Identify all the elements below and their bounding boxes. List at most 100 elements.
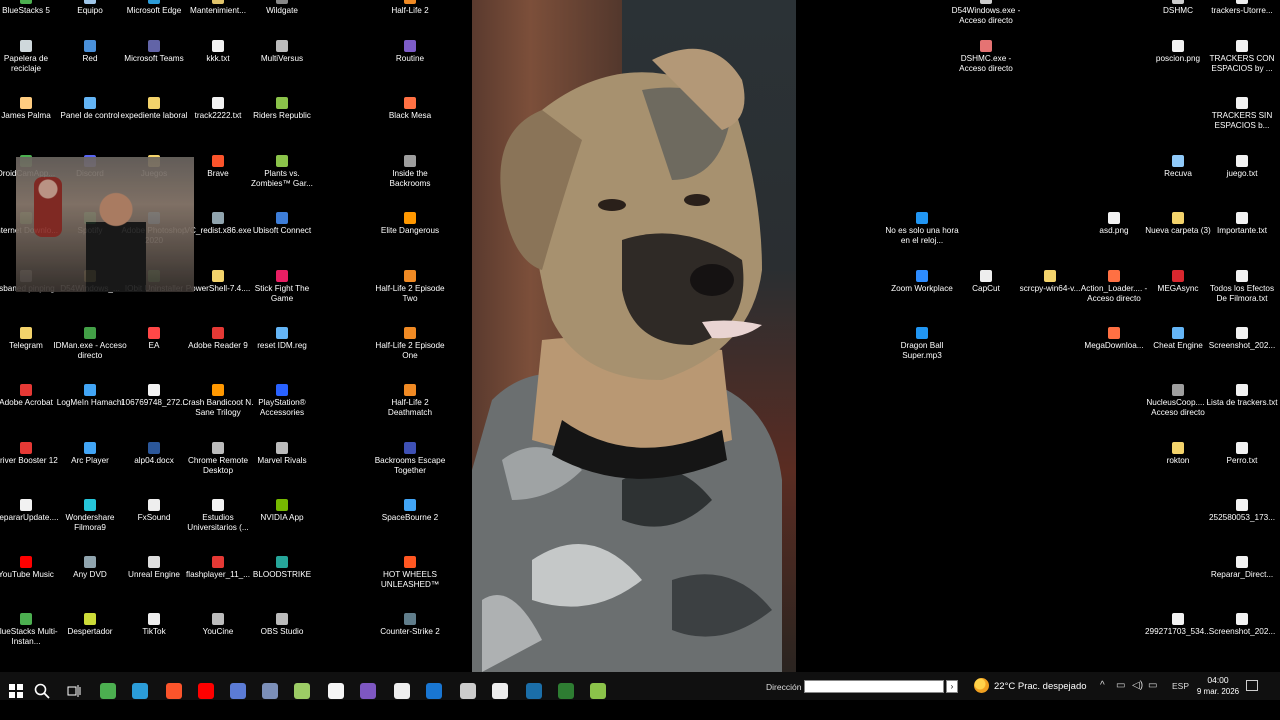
desktop-icon[interactable]: reset IDM.reg <box>245 327 319 351</box>
desktop-icon[interactable]: 299271703_534... <box>1141 613 1215 637</box>
desktop-icon[interactable]: YouCine <box>181 613 255 637</box>
desktop-icon[interactable]: Backrooms Escape Together <box>373 442 447 476</box>
desktop-icon[interactable]: Any DVD <box>53 556 127 580</box>
desktop-icon[interactable]: No es solo una hora en el reloj... <box>885 212 959 246</box>
address-go-button[interactable]: › <box>946 680 958 693</box>
desktop-icon[interactable]: Half-Life 2 Deathmatch <box>373 384 447 418</box>
desktop-icon[interactable]: Adobe Reader 9 <box>181 327 255 351</box>
desktop-icon[interactable]: HOT WHEELS UNLEASHED™ <box>373 556 447 590</box>
desktop-icon[interactable]: Screenshot_202... <box>1205 613 1279 637</box>
desktop-icon[interactable]: Zoom Workplace <box>885 270 959 294</box>
desktop-icon[interactable]: Wildgate <box>245 0 319 16</box>
address-input[interactable] <box>804 680 944 693</box>
desktop-icon[interactable]: TRACKERS SIN ESPACIOS b... <box>1205 97 1279 131</box>
desktop-icon[interactable]: Equipo <box>53 0 127 16</box>
desktop-icon[interactable]: Routine <box>373 40 447 64</box>
desktop-icon-label: OBS Studio <box>260 627 304 636</box>
desktop-icon[interactable]: Chrome Remote Desktop <box>181 442 255 476</box>
desktop-icon[interactable]: track2222.txt <box>181 97 255 121</box>
desktop-icon[interactable]: Half-Life 2 Episode One <box>373 327 447 361</box>
desktop-icon[interactable]: Mantenimient... <box>181 0 255 16</box>
desktop-icon[interactable]: Ubisoft Connect <box>245 212 319 236</box>
game-controller-icon <box>360 683 376 699</box>
desktop-icon[interactable]: Recuva <box>1141 155 1215 179</box>
desktop-icon[interactable]: Cheat Engine <box>1141 327 1215 351</box>
desktop-icon[interactable]: Screenshot_202... <box>1205 327 1279 351</box>
desktop-icon[interactable]: 252580053_173... <box>1205 499 1279 523</box>
desktop-icon[interactable]: expediente laboral <box>117 97 191 121</box>
desktop-icon[interactable]: Nueva carpeta (3) <box>1141 212 1215 236</box>
desktop-icon[interactable]: Red <box>53 40 127 64</box>
desktop-icon[interactable]: NucleusCoop.... - Acceso directo <box>1141 384 1215 418</box>
volume-icon[interactable]: ◁) <box>1132 680 1143 691</box>
desktop-icon[interactable]: trackers-Utorre... <box>1205 0 1279 16</box>
desktop-icon[interactable]: PlayStation® Accessories <box>245 384 319 418</box>
desktop-icon[interactable]: flashplayer_11_... <box>181 556 255 580</box>
desktop-app-icon <box>20 97 32 109</box>
desktop-icon[interactable]: MultiVersus <box>245 40 319 64</box>
desktop-icon[interactable]: rokton <box>1141 442 1215 466</box>
desktop-icon[interactable]: Crash Bandicoot N. Sane Trilogy <box>181 384 255 418</box>
desktop-icon[interactable]: D54Windows.exe - Acceso directo <box>949 0 1023 26</box>
desktop-icon[interactable]: EA <box>117 327 191 351</box>
desktop-icon[interactable]: juego.txt <box>1205 155 1279 179</box>
desktop-icon[interactable]: alp04.docx <box>117 442 191 466</box>
desktop-icon[interactable]: BLOODSTRIKE <box>245 556 319 580</box>
notification-icon[interactable] <box>1246 680 1258 691</box>
webcam-overlay[interactable] <box>16 157 194 292</box>
desktop-icon[interactable]: MegaDownloa... <box>1077 327 1151 351</box>
desktop-icon[interactable]: Lista de trackers.txt <box>1205 384 1279 408</box>
desktop-icon[interactable]: IDMan.exe - Acceso directo <box>53 327 127 361</box>
desktop-icon[interactable]: Estudios Universitarios (... <box>181 499 255 533</box>
desktop-icon[interactable]: TikTok <box>117 613 191 637</box>
desktop-icon[interactable]: OBS Studio <box>245 613 319 637</box>
desktop-icon[interactable]: Wondershare Filmora9 <box>53 499 127 533</box>
desktop-icon[interactable]: scrcpy-win64-v... <box>1013 270 1087 294</box>
weather-sun-icon[interactable] <box>974 678 989 693</box>
desktop-icon[interactable]: Reparar_Direct... <box>1205 556 1279 580</box>
desktop-icon[interactable]: FxSound <box>117 499 191 523</box>
desktop-icon[interactable]: kkk.txt <box>181 40 255 64</box>
desktop-icon[interactable]: 106769748_272... <box>117 384 191 408</box>
desktop-icon[interactable]: Riders Republic <box>245 97 319 121</box>
desktop-icon[interactable]: MEGAsync <box>1141 270 1215 294</box>
language-indicator[interactable]: ESP <box>1172 681 1189 691</box>
weather-text[interactable]: 22°C Prac. despejado <box>994 681 1087 692</box>
desktop-icon[interactable]: Todos los Efectos De Filmora.txt <box>1205 270 1279 304</box>
desktop-icon[interactable]: Black Mesa <box>373 97 447 121</box>
desktop-icon[interactable]: Panel de control <box>53 97 127 121</box>
desktop-icon[interactable]: LogMeIn Hamachi <box>53 384 127 408</box>
desktop-icon[interactable]: Microsoft Teams <box>117 40 191 64</box>
desktop-icon[interactable]: Elite Dangerous <box>373 212 447 236</box>
desktop-icon[interactable]: Inside the Backrooms <box>373 155 447 189</box>
desktop-icon[interactable]: asd.png <box>1077 212 1151 236</box>
desktop-icon[interactable]: Unreal Engine <box>117 556 191 580</box>
desktop-icon[interactable]: Arc Player <box>53 442 127 466</box>
clock-date[interactable]: 9 mar. 2026 <box>1192 687 1244 696</box>
network-icon[interactable]: ▭ <box>1116 680 1125 691</box>
desktop-icon[interactable]: Half-Life 2 <box>373 0 447 16</box>
desktop-icon[interactable]: CapCut <box>949 270 1023 294</box>
desktop-icon[interactable]: Counter-Strike 2 <box>373 613 447 637</box>
desktop-icon-label: trackers-Utorre... <box>1211 6 1273 15</box>
desktop-icon[interactable]: Action_Loader.... - Acceso directo <box>1077 270 1151 304</box>
clock-time[interactable]: 04:00 <box>1200 675 1236 685</box>
desktop-icon[interactable]: Plants vs. Zombies™ Gar... <box>245 155 319 189</box>
chevron-up-icon[interactable]: ^ <box>1100 680 1105 691</box>
desktop-icon[interactable]: Dragon Ball Super.mp3 <box>885 327 959 361</box>
desktop-icon[interactable]: Microsoft Edge <box>117 0 191 16</box>
desktop-icon[interactable]: Despertador <box>53 613 127 637</box>
desktop-icon[interactable]: poscion.png <box>1141 40 1215 64</box>
desktop-icon[interactable]: SpaceBourne 2 <box>373 499 447 523</box>
desktop-icon[interactable]: DSHMC <box>1141 0 1215 16</box>
desktop-icon[interactable]: Marvel Rivals <box>245 442 319 466</box>
desktop-icon[interactable]: DSHMC.exe - Acceso directo <box>949 40 1023 74</box>
desktop-icon[interactable]: TRACKERS CON ESPACIOS by ... <box>1205 40 1279 74</box>
desktop-icon[interactable]: Stick Fight The Game <box>245 270 319 304</box>
desktop-icon[interactable]: Importante.txt <box>1205 212 1279 236</box>
desktop-icon[interactable]: Half-Life 2 Episode Two <box>373 270 447 304</box>
desktop-icon[interactable]: Perro.txt <box>1205 442 1279 466</box>
desktop-app-icon <box>276 327 288 339</box>
desktop-icon[interactable]: NVIDIA App <box>245 499 319 523</box>
keyboard-icon[interactable]: ▭ <box>1148 680 1157 691</box>
